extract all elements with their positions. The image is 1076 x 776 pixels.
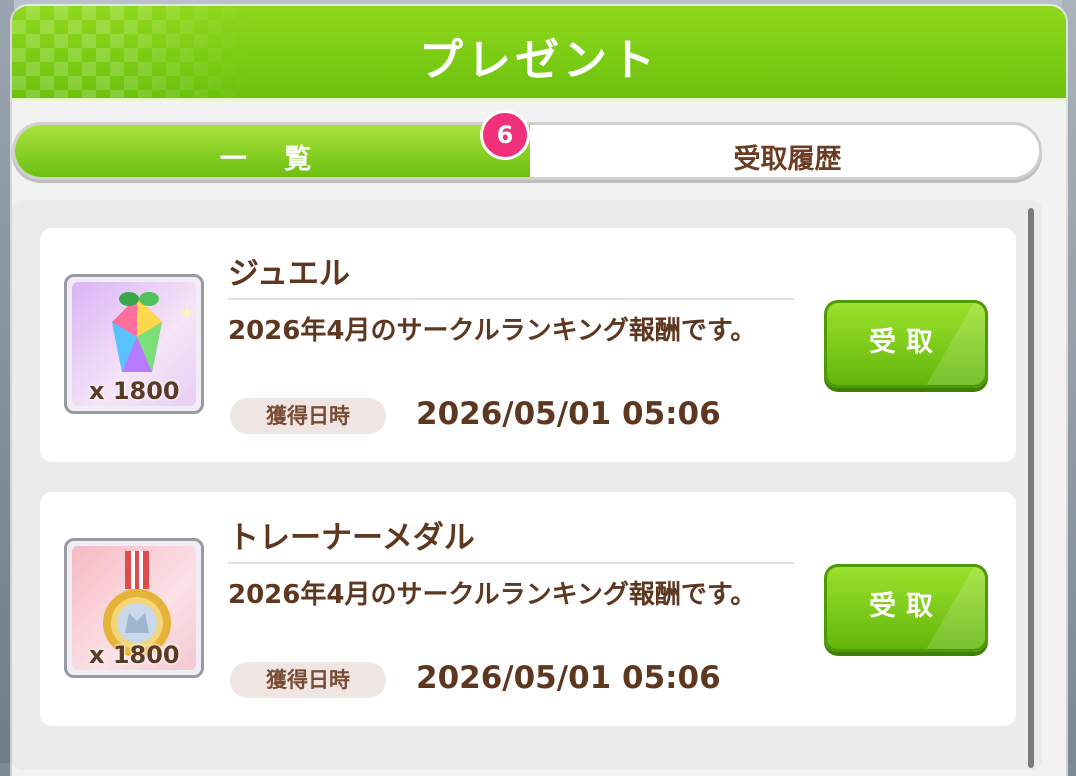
unread-count-badge: 6 [480, 110, 530, 160]
date-value: 2026/05/01 05:06 [416, 396, 721, 432]
item-quantity: x 1800 [89, 377, 180, 405]
tab-list[interactable]: 一 覧 [15, 125, 530, 177]
svg-text:✦: ✦ [179, 303, 194, 324]
receive-button[interactable]: 受取 [824, 564, 988, 652]
item-name: ジュエル [228, 256, 350, 292]
medal-icon: x 1800 [64, 538, 204, 678]
jewel-icon: ✦ x 1800 [64, 274, 204, 414]
tab-list-label: 一 覧 [219, 144, 326, 175]
present-item: x 1800 トレーナーメダル 2026年4月のサークルランキング報酬です。 獲… [40, 492, 1016, 726]
date-value: 2026/05/01 05:06 [416, 660, 721, 696]
receive-button[interactable]: 受取 [824, 300, 988, 388]
divider [228, 562, 794, 564]
dialog-title: プレゼント [419, 35, 659, 86]
date-label: 獲得日時 [230, 662, 386, 698]
present-item: ✦ x 1800 ジュエル 2026年4月のサークルランキング報酬です。 獲得日… [40, 228, 1016, 462]
item-name: トレーナーメダル [228, 520, 475, 556]
tab-history[interactable]: 受取履歴 [530, 137, 1039, 176]
item-description: 2026年4月のサークルランキング報酬です。 [228, 580, 757, 610]
item-quantity: x 1800 [89, 641, 180, 669]
divider [228, 298, 794, 300]
scrollbar[interactable] [1028, 208, 1034, 768]
dialog-header: プレゼント [12, 6, 1066, 101]
item-description: 2026年4月のサークルランキング報酬です。 [228, 316, 757, 346]
date-label: 獲得日時 [230, 398, 386, 434]
